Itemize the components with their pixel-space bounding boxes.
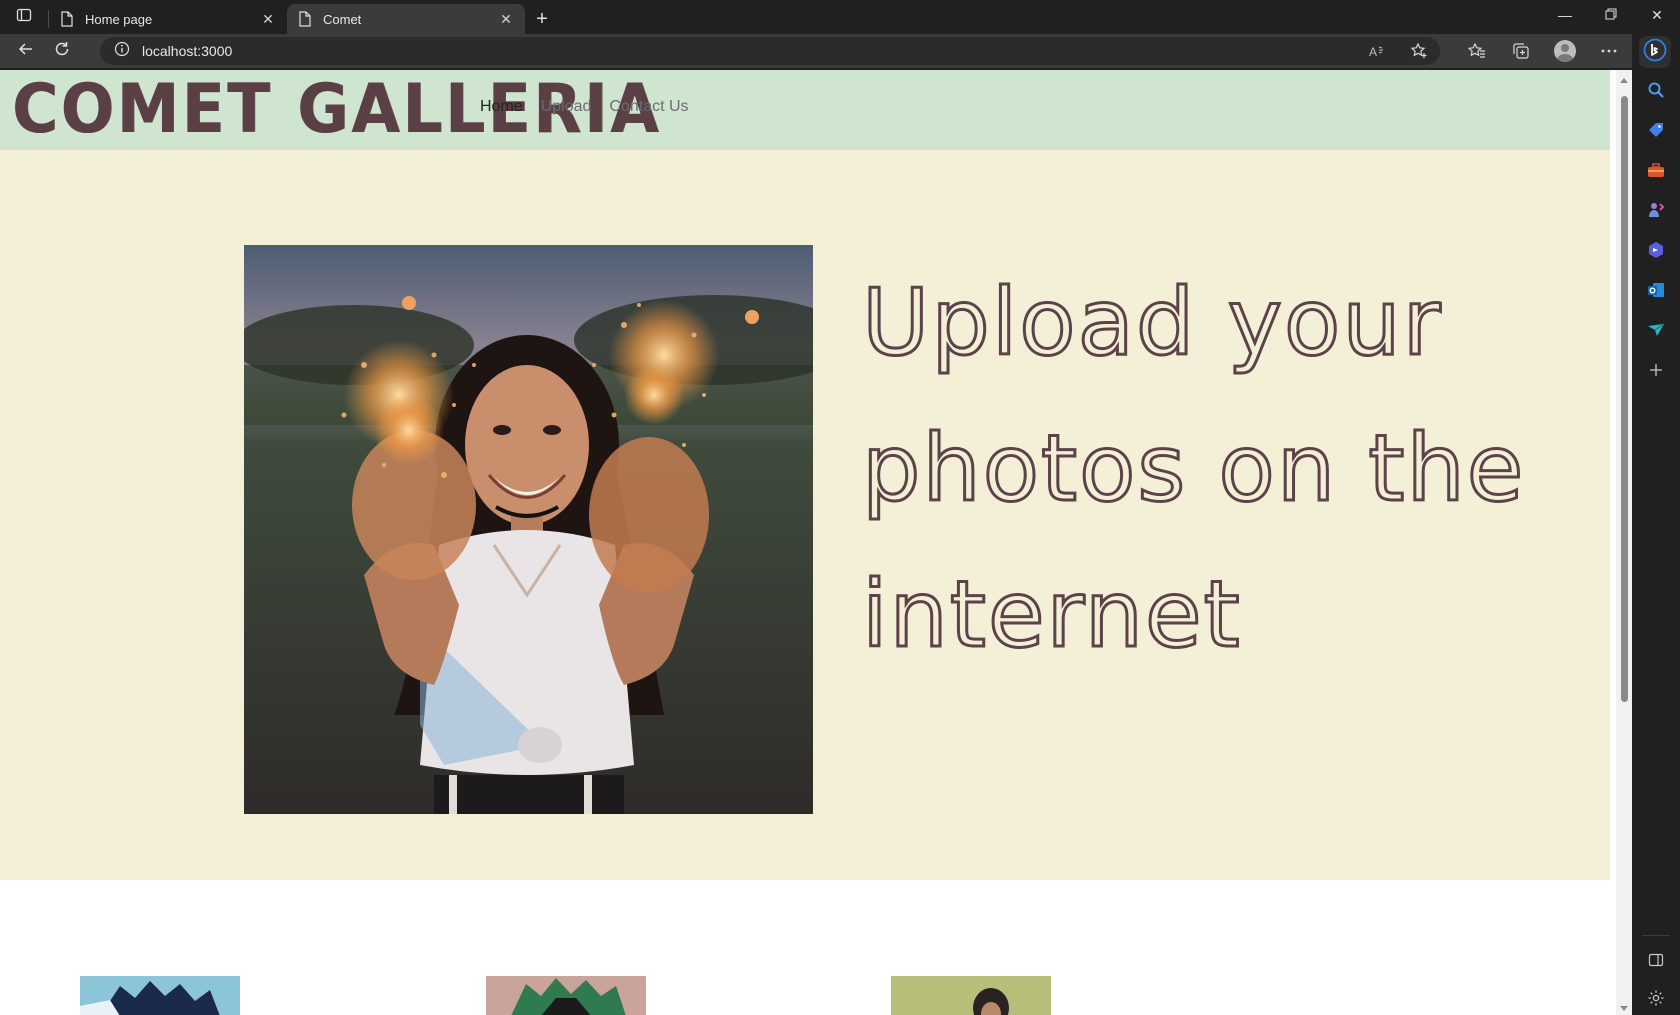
- site-navbar: COMET GALLERIA Home Upload Contact Us: [0, 70, 1610, 150]
- scroll-down-arrow[interactable]: [1620, 1006, 1628, 1011]
- window-controls: — ✕: [1542, 0, 1680, 34]
- scroll-up-arrow[interactable]: [1620, 78, 1628, 83]
- plus-icon: +: [536, 7, 548, 30]
- omnibox-actions: A: [1364, 37, 1432, 65]
- search-icon[interactable]: [1644, 78, 1668, 102]
- split-screen-icon[interactable]: [1644, 948, 1668, 972]
- new-tab-button[interactable]: +: [525, 4, 559, 34]
- info-icon[interactable]: [114, 41, 130, 62]
- hero-image: [244, 245, 813, 814]
- sidebar-divider: [1642, 935, 1670, 936]
- scrollbar-thumb[interactable]: [1621, 96, 1628, 702]
- nav-link-upload[interactable]: Upload: [541, 98, 592, 116]
- svg-text:A: A: [1369, 45, 1377, 59]
- bing-button[interactable]: [1639, 36, 1671, 68]
- close-icon[interactable]: ✕: [259, 10, 277, 28]
- tools-icon[interactable]: [1644, 158, 1668, 182]
- more-icon[interactable]: [1596, 38, 1622, 64]
- settings-icon[interactable]: [1644, 986, 1668, 1010]
- minimize-button[interactable]: —: [1542, 0, 1588, 30]
- browser-window: Home page ✕ Comet ✕ + — ✕ localhost:3000…: [0, 0, 1680, 1015]
- minimize-icon: —: [1558, 7, 1572, 23]
- back-icon: [17, 40, 35, 63]
- page-viewport: COMET GALLERIA Home Upload Contact Us Up…: [0, 70, 1632, 1015]
- gallery-thumbnail[interactable]: [891, 976, 1051, 1015]
- tab-home-page[interactable]: Home page ✕: [49, 4, 287, 34]
- bing-icon: [1643, 38, 1667, 67]
- outlook-icon[interactable]: [1644, 278, 1668, 302]
- read-aloud-icon[interactable]: A: [1364, 38, 1390, 64]
- games-icon[interactable]: [1644, 198, 1668, 222]
- add-favorite-icon[interactable]: [1406, 38, 1432, 64]
- page-icon: [59, 11, 75, 27]
- gallery-section: [0, 880, 1610, 1015]
- plus-icon[interactable]: [1644, 358, 1668, 382]
- back-button[interactable]: [8, 36, 44, 66]
- close-window-button[interactable]: ✕: [1634, 0, 1680, 30]
- restore-button[interactable]: [1588, 0, 1634, 30]
- address-toolbar: localhost:3000 A: [0, 34, 1680, 68]
- nav-link-contact-us[interactable]: Contact Us: [609, 98, 688, 116]
- tab-bar: Home page ✕ Comet ✕ + — ✕: [0, 0, 1680, 34]
- profile-icon[interactable]: [1552, 38, 1578, 64]
- collections-icon[interactable]: [1508, 38, 1534, 64]
- page-scrollbar[interactable]: [1616, 70, 1632, 1015]
- toolbar-actions: [1464, 34, 1632, 68]
- refresh-button[interactable]: [44, 36, 80, 66]
- nav-link-home[interactable]: Home: [480, 98, 523, 116]
- sidebar-toggle-icon: [16, 7, 32, 28]
- favorites-icon[interactable]: [1464, 38, 1490, 64]
- tab-title: Home page: [85, 11, 153, 27]
- tab-actions-button[interactable]: [0, 0, 48, 34]
- drop-icon[interactable]: [1644, 318, 1668, 342]
- office-icon[interactable]: [1644, 238, 1668, 262]
- close-icon[interactable]: ✕: [497, 10, 515, 28]
- close-icon: ✕: [1651, 6, 1663, 23]
- hero-section: Upload your photos on the internet: [0, 150, 1610, 880]
- url-text: localhost:3000: [142, 43, 233, 59]
- restore-icon: [1605, 7, 1617, 23]
- gallery-thumbnail[interactable]: [486, 976, 646, 1015]
- tab-comet[interactable]: Comet ✕: [287, 4, 525, 34]
- avatar: [1554, 40, 1576, 62]
- shopping-icon[interactable]: [1644, 118, 1668, 142]
- gallery-thumbnail[interactable]: [80, 976, 240, 1015]
- edge-sidebar: [1632, 34, 1680, 1015]
- page-icon: [297, 11, 313, 27]
- site-nav-links: Home Upload Contact Us: [480, 98, 689, 116]
- hero-headline: Upload your photos on the internet: [861, 268, 1526, 670]
- tab-title: Comet: [323, 11, 362, 27]
- address-bar[interactable]: localhost:3000 A: [100, 37, 1440, 65]
- refresh-icon: [53, 40, 71, 63]
